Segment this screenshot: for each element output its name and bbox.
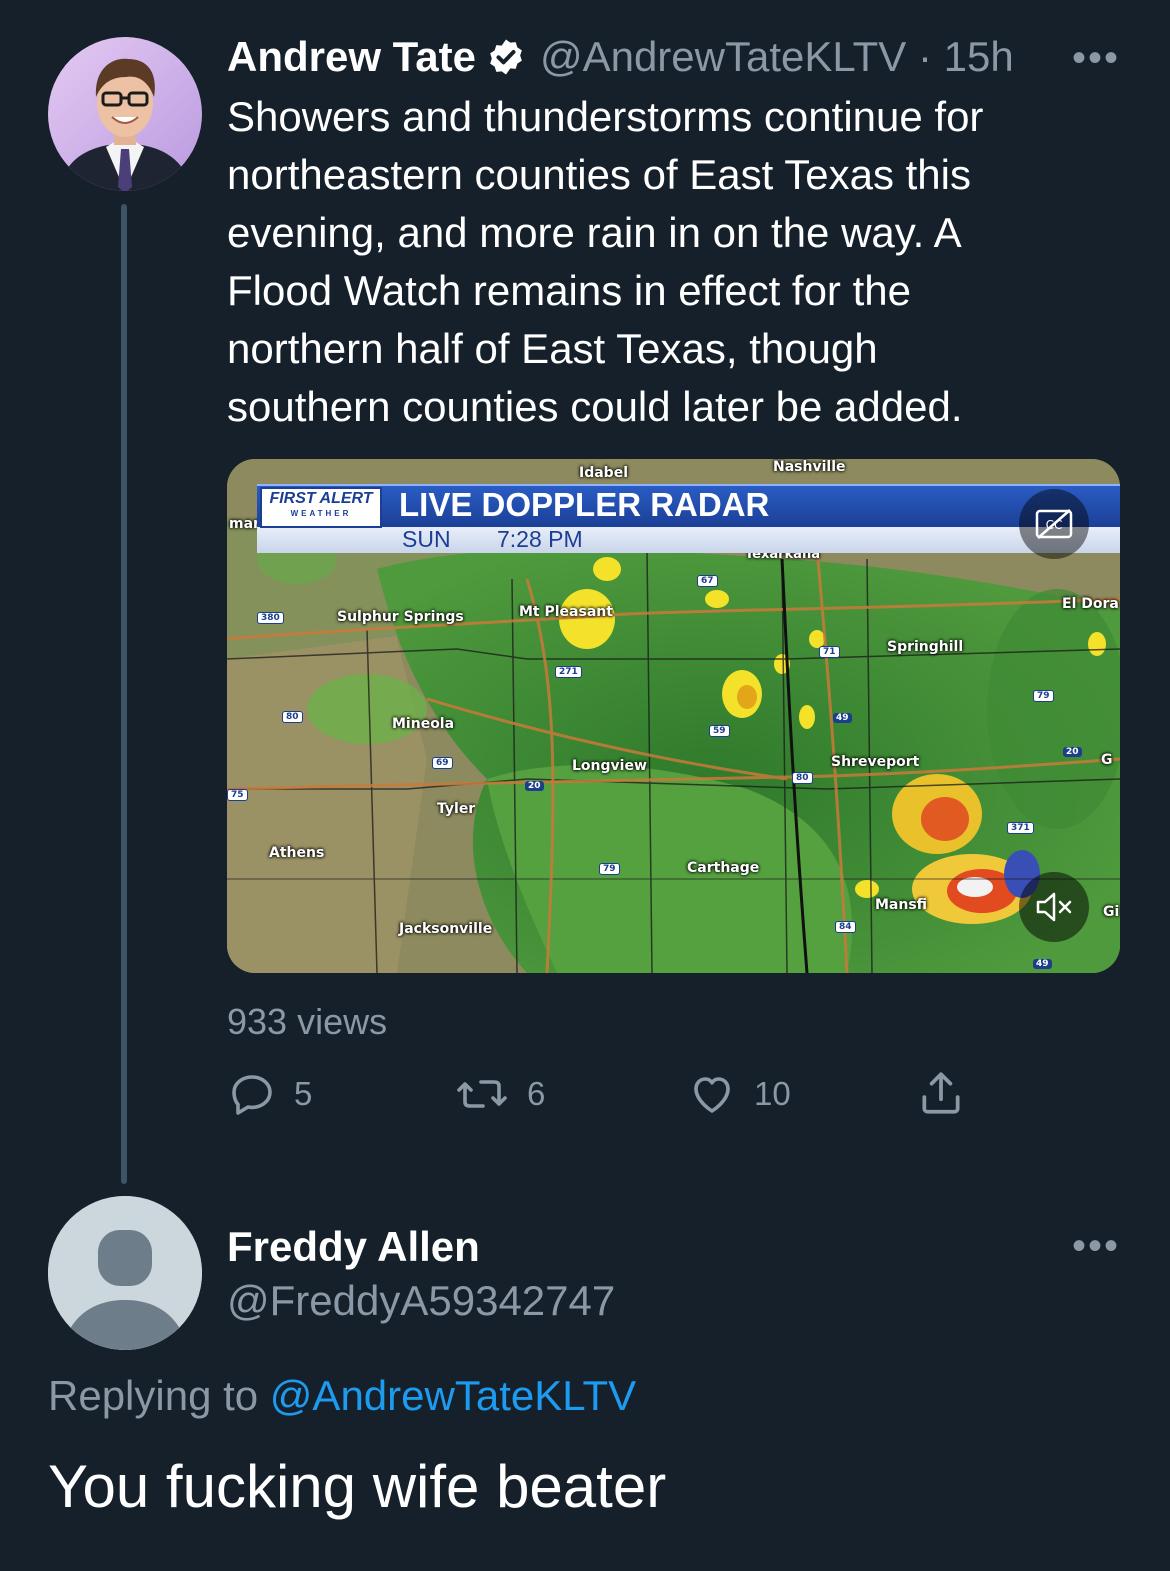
tweet-text: Showers and thunderstorms continue for n…	[227, 88, 1127, 436]
highway-shield: 80	[282, 711, 303, 723]
like-button[interactable]: 10	[688, 1070, 791, 1118]
highway-shield: 49	[1033, 959, 1052, 969]
thread-line	[121, 204, 127, 1184]
more-horizontal-icon[interactable]: •••	[1072, 38, 1120, 78]
tweet-text-line: Flood Watch remains in effect for the	[227, 267, 911, 314]
reply-text: You fucking wife beater	[48, 1453, 667, 1520]
reply-author-name[interactable]: Freddy Allen	[227, 1222, 480, 1272]
tweet-text-line: southern counties could later be added.	[227, 383, 963, 430]
highway-shield: 69	[432, 757, 453, 769]
highway-shield: 84	[835, 921, 856, 933]
volume-muted-icon	[1034, 889, 1074, 925]
tweet-text-line: northern half of East Texas, though	[227, 325, 878, 372]
highway-shield: 371	[1007, 822, 1034, 834]
highway-shield: 20	[525, 781, 544, 791]
share-button[interactable]	[916, 1068, 966, 1123]
retweet-icon	[455, 1070, 509, 1118]
captions-icon: CC	[1035, 508, 1073, 540]
reply-count: 5	[294, 1075, 313, 1112]
replying-to: Replying to @AndrewTateKLTV	[48, 1370, 636, 1422]
author-avatar[interactable]	[48, 37, 202, 191]
more-horizontal-icon[interactable]: •••	[1072, 1226, 1120, 1266]
mute-button[interactable]	[1019, 872, 1089, 942]
tweet-text-line: evening, and more rain in on the way. A	[227, 209, 962, 256]
tweet-header: Andrew Tate @AndrewTateKLTV · 15h	[227, 32, 1014, 82]
heart-icon	[688, 1070, 736, 1118]
tweet-text-line: Showers and thunderstorms continue for	[227, 93, 984, 140]
captions-button[interactable]: CC	[1019, 489, 1089, 559]
tweet-video[interactable]: Idabel Nashville Texarkana El Dora Sulph…	[227, 459, 1120, 973]
reply-author-handle[interactable]: @FreddyA59342747	[227, 1276, 615, 1326]
like-count: 10	[754, 1075, 791, 1112]
highway-shield: 49	[833, 713, 852, 723]
replying-to-label: Replying to	[48, 1372, 259, 1419]
retweet-count: 6	[527, 1075, 546, 1112]
broadcast-subbanner	[257, 527, 1120, 553]
highway-shield: 80	[792, 772, 813, 784]
highway-shield: 59	[709, 725, 730, 737]
tweet-text-line: northeastern counties of East Texas this	[227, 151, 971, 198]
reply-icon	[228, 1070, 276, 1118]
share-icon	[916, 1072, 966, 1122]
highway-shield: 271	[555, 666, 582, 678]
highway-shield: 71	[819, 646, 840, 658]
author-handle-time[interactable]: @AndrewTateKLTV · 15h	[540, 33, 1014, 81]
highway-shield: 380	[257, 612, 284, 624]
highway-shield: 67	[697, 575, 718, 587]
retweet-button[interactable]: 6	[455, 1070, 545, 1118]
replying-to-handle-link[interactable]: @AndrewTateKLTV	[270, 1372, 636, 1419]
logo-line1: FIRST ALERT	[269, 490, 373, 507]
broadcast-headline: LIVE DOPPLER RADAR	[399, 486, 770, 523]
logo-line2: WEATHER	[290, 509, 352, 518]
highway-shield: 79	[1033, 690, 1054, 702]
view-count[interactable]: 933 views	[227, 1000, 387, 1044]
author-name[interactable]: Andrew Tate	[227, 32, 476, 82]
default-profile-icon	[48, 1196, 202, 1350]
highway-shield: 79	[599, 863, 620, 875]
highway-shield: 20	[1063, 747, 1082, 757]
first-alert-logo: FIRST ALERT WEATHER	[260, 487, 382, 528]
verified-badge-icon	[486, 37, 526, 77]
broadcast-time: 7:28 PM	[497, 526, 583, 552]
reply-author-avatar[interactable]	[48, 1196, 202, 1350]
reply-button[interactable]: 5	[228, 1070, 312, 1118]
broadcast-day: SUN	[402, 526, 451, 552]
highway-shield: 75	[227, 789, 248, 801]
